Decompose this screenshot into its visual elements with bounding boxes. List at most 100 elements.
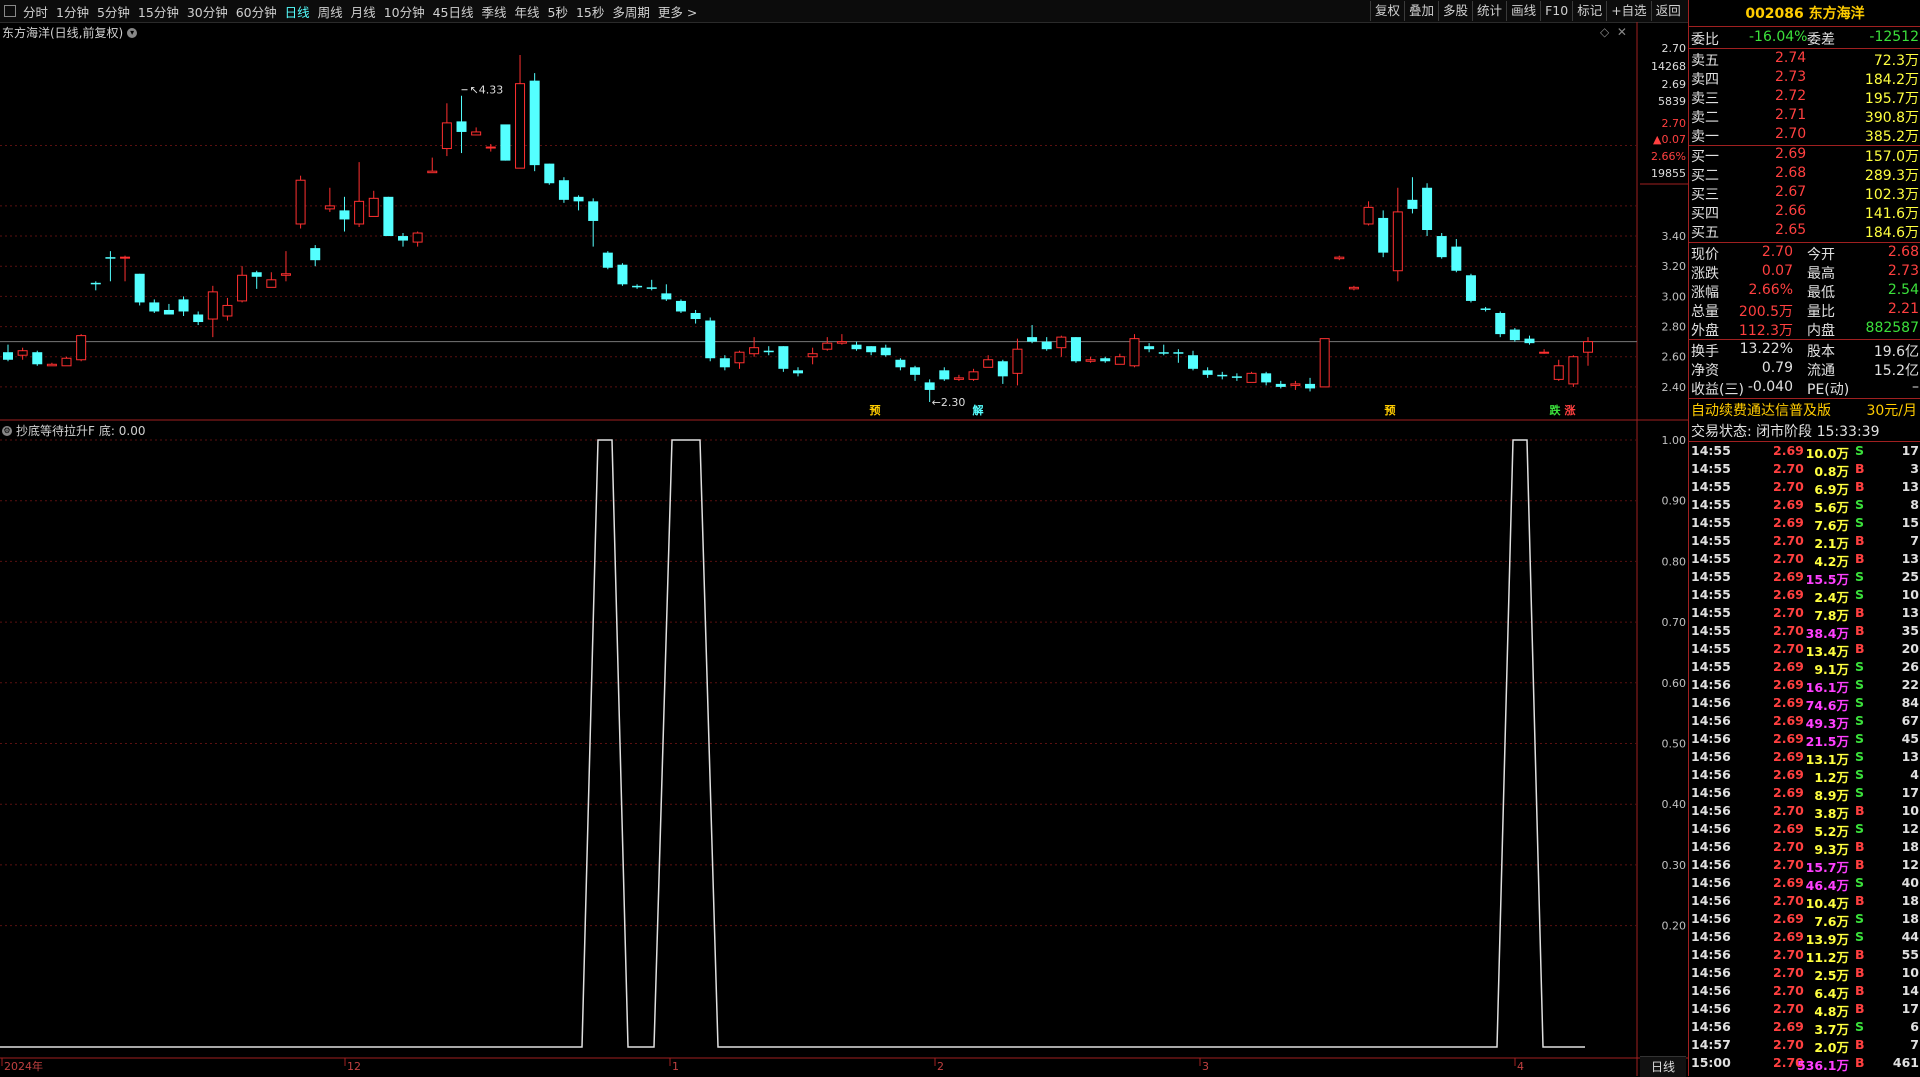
tick-time: 14:55 <box>1691 515 1731 530</box>
bid-row[interactable]: 买四 2.66 141.6万 <box>1689 203 1920 222</box>
tick-time: 14:56 <box>1691 1001 1731 1016</box>
ask-row[interactable]: 卖五 2.74 72.3万 <box>1689 50 1920 69</box>
candle-down <box>1261 373 1272 383</box>
candle-down <box>1070 337 1081 362</box>
time-tick: 2 <box>937 1060 944 1073</box>
kline-chart[interactable]: 3.40 3.20 3.00 2.80 2.60 2.40 2.70 14268 2.69 583… <box>0 0 1688 1076</box>
tick-price: 2.70 <box>1773 983 1804 998</box>
tick-volume: 3.8万 <box>1814 806 1849 821</box>
level-volume: 195.7万 <box>1864 91 1919 107</box>
stat-row: 外盘 112.3万 内盘 882587 <box>1689 320 1920 339</box>
tick-time: 14:55 <box>1691 623 1731 638</box>
tick-count: 13 <box>1901 605 1919 620</box>
signal-marker: 解 <box>973 403 984 417</box>
tick-count: 8 <box>1910 497 1919 512</box>
candle-down <box>383 196 394 237</box>
ind-tick: 0.90 <box>1662 495 1687 508</box>
tick-volume: 15.7万 <box>1805 860 1849 875</box>
bid-row[interactable]: 买三 2.67 102.3万 <box>1689 184 1920 203</box>
candle-down <box>1305 383 1316 389</box>
tick-row: 14:56 2.69 46.4万 S 40 <box>1689 875 1920 893</box>
tick-count: 18 <box>1901 839 1919 854</box>
candle-down <box>939 370 950 380</box>
stat-label: 流通 <box>1807 363 1835 379</box>
level-price: 2.68 <box>1775 165 1807 181</box>
price-tick: 3.20 <box>1662 260 1687 273</box>
tick-count: 35 <box>1901 623 1919 638</box>
candle-down <box>690 312 701 320</box>
indicator-line <box>0 439 1585 1048</box>
tick-volume: 13.4万 <box>1805 644 1849 659</box>
stat-value: 2.70 <box>1761 244 1793 260</box>
tick-price: 2.69 <box>1773 749 1804 764</box>
tick-price: 2.70 <box>1773 893 1804 908</box>
tick-price: 2.69 <box>1773 821 1804 836</box>
tick-row: 14:56 2.69 16.1万 S 22 <box>1689 677 1920 695</box>
level-volume: 184.2万 <box>1864 72 1919 88</box>
tick-row: 14:55 2.70 7.8万 B 13 <box>1689 605 1920 623</box>
weicha-value: -12512 <box>1869 29 1919 45</box>
tick-count: 4 <box>1910 767 1919 782</box>
candle-up <box>1334 256 1345 260</box>
candle-down <box>661 293 672 300</box>
tick-count: 12 <box>1901 857 1919 872</box>
bid-row[interactable]: 买二 2.68 289.3万 <box>1689 165 1920 184</box>
tick-row: 14:56 2.69 7.6万 S 18 <box>1689 911 1920 929</box>
level-volume: 157.0万 <box>1864 149 1919 165</box>
signal-marker: 预 <box>870 403 881 417</box>
level-label: 卖五 <box>1691 53 1719 69</box>
tick-volume: 49.3万 <box>1805 716 1849 731</box>
tick-count: 7 <box>1910 1037 1919 1052</box>
bid-row[interactable]: 买五 2.65 184.6万 <box>1689 222 1920 241</box>
promo-banner[interactable]: 自动续费通达信普及版 30元/月 <box>1689 400 1920 420</box>
tick-row: 14:56 2.69 1.2万 S 4 <box>1689 767 1920 785</box>
tick-volume: 8.9万 <box>1814 788 1849 803</box>
ask-row[interactable]: 卖一 2.70 385.2万 <box>1689 126 1920 145</box>
ind-tick: 0.70 <box>1662 616 1687 629</box>
ask-row[interactable]: 卖四 2.73 184.2万 <box>1689 69 1920 88</box>
tick-count: 84 <box>1901 695 1919 710</box>
tick-price: 2.69 <box>1773 659 1804 674</box>
level-price: 2.72 <box>1775 88 1807 104</box>
ind-tick: 0.80 <box>1662 555 1687 568</box>
candle-down <box>339 210 350 220</box>
tick-price: 2.69 <box>1773 695 1804 710</box>
tick-price: 2.69 <box>1773 767 1804 782</box>
candle-up <box>749 347 760 355</box>
candle-down <box>924 382 935 390</box>
tick-count: 13 <box>1901 551 1919 566</box>
tick-side: B <box>1855 533 1865 548</box>
tick-count: 67 <box>1901 713 1919 728</box>
tick-time: 14:55 <box>1691 605 1731 620</box>
tick-side: S <box>1855 677 1865 692</box>
candle-up <box>441 122 452 150</box>
candle-down <box>310 248 321 261</box>
candle-up <box>427 170 438 174</box>
ind-tick: 0.60 <box>1662 677 1687 690</box>
tick-count: 25 <box>1901 569 1919 584</box>
tick-volume: 536.1万 <box>1796 1058 1849 1073</box>
time-tick: 1 <box>672 1060 679 1073</box>
tick-time: 14:55 <box>1691 569 1731 584</box>
candle-down <box>778 346 789 369</box>
stat-label: 换手 <box>1691 344 1719 360</box>
level-label: 买三 <box>1691 187 1719 203</box>
ask-row[interactable]: 卖二 2.71 390.8万 <box>1689 107 1920 126</box>
tick-price: 2.70 <box>1773 461 1804 476</box>
tick-side: S <box>1855 569 1865 584</box>
stat-label: 涨幅 <box>1691 285 1719 301</box>
ask-row[interactable]: 卖三 2.72 195.7万 <box>1689 88 1920 107</box>
stat-value: 2.68 <box>1887 244 1919 260</box>
tick-count: 7 <box>1910 533 1919 548</box>
tab-daily[interactable]: 日线 <box>1640 1056 1686 1077</box>
candle-up <box>207 291 218 320</box>
tick-count: 45 <box>1901 731 1919 746</box>
candle-up <box>1114 356 1125 365</box>
price-tick: 2.80 <box>1662 321 1687 334</box>
tick-price: 2.70 <box>1773 1037 1804 1052</box>
bid-row[interactable]: 买一 2.69 157.0万 <box>1689 146 1920 165</box>
candle-up <box>515 83 526 169</box>
cursor-value: 5839 <box>1658 95 1686 108</box>
tick-side: S <box>1855 821 1865 836</box>
tick-price: 2.69 <box>1773 677 1804 692</box>
